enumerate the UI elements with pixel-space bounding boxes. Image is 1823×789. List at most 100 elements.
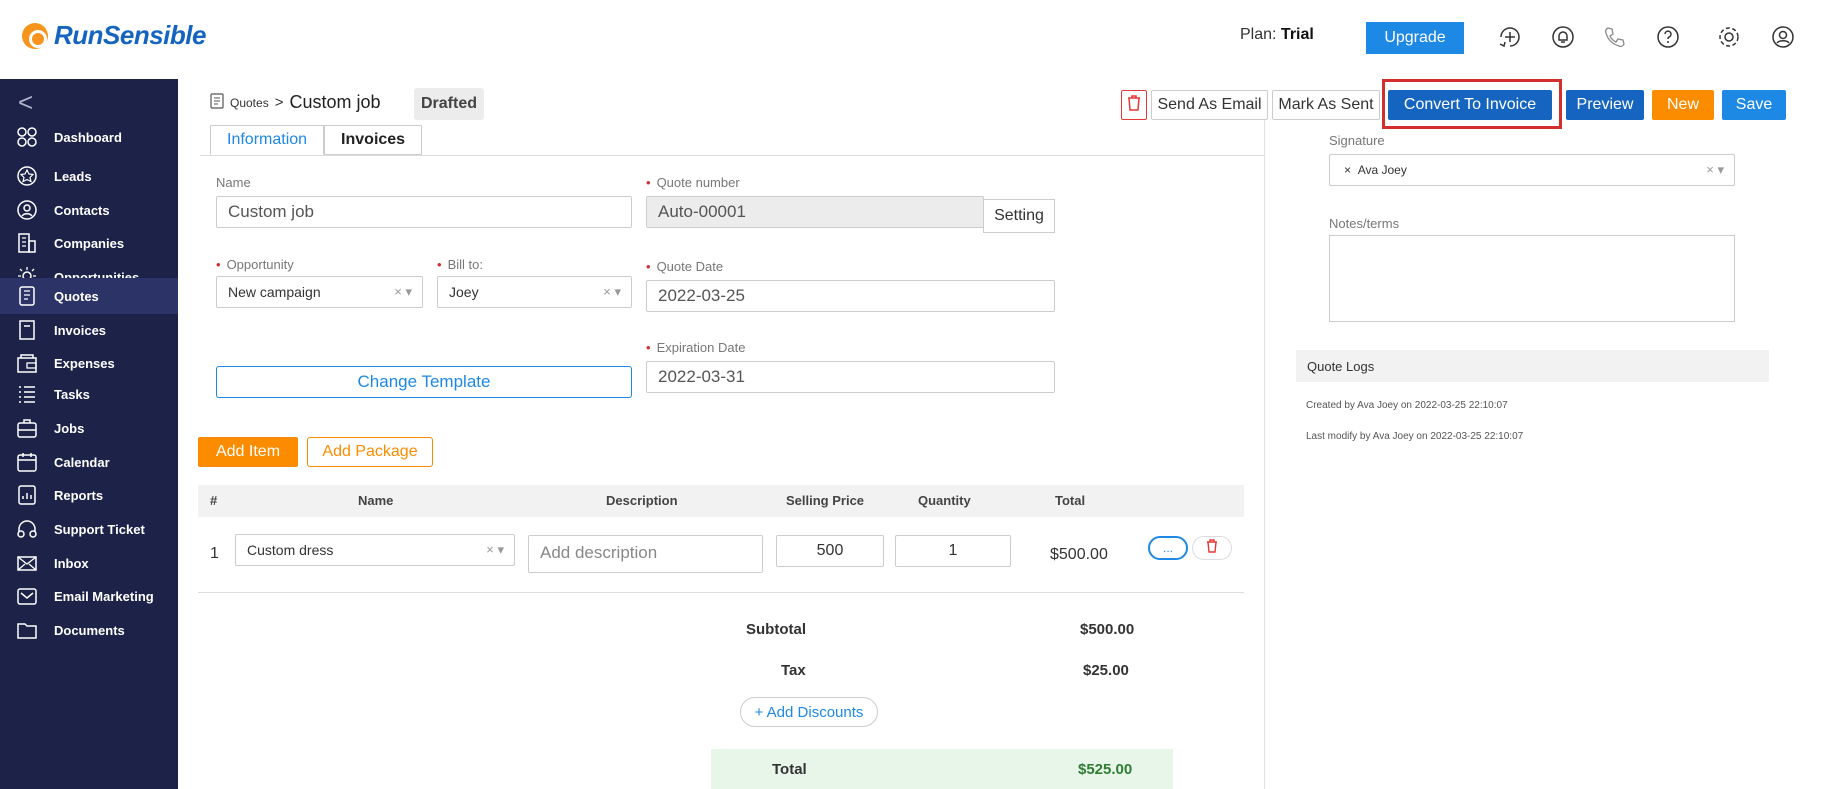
change-template-button[interactable]: Change Template <box>216 366 632 398</box>
breadcrumb-parent[interactable]: Quotes <box>230 96 269 110</box>
col-total: Total <box>1055 493 1086 508</box>
logo-mark-icon <box>22 22 48 49</box>
panel-divider <box>1264 120 1265 789</box>
breadcrumb-separator: > <box>274 94 284 111</box>
name-field[interactable]: Custom job <box>216 196 632 228</box>
total-row: Total $525.00 <box>711 749 1173 789</box>
breadcrumb: Quotes > Custom job <box>210 92 381 113</box>
quantity-input[interactable]: 1 <box>895 535 1011 567</box>
sidebar-item-leads[interactable]: Leads <box>0 158 178 194</box>
row-more-button[interactable]: ... <box>1148 536 1188 560</box>
phone-icon[interactable] <box>1600 22 1630 52</box>
page-title: Custom job <box>289 92 381 112</box>
notification-bell-icon[interactable] <box>1548 22 1578 52</box>
tab-information[interactable]: Information <box>210 125 325 155</box>
sidebar-item-label: Contacts <box>54 202 110 218</box>
sidebar-item-jobs[interactable]: Jobs <box>0 410 178 446</box>
expenses-icon <box>14 350 40 376</box>
inbox-icon <box>14 550 40 576</box>
bill-to-select[interactable]: Joey × ▾ <box>437 276 632 308</box>
sidebar-item-invoices[interactable]: Invoices <box>0 312 178 348</box>
item-name-select[interactable]: Custom dress × ▾ <box>235 534 515 566</box>
name-label: Name <box>216 175 251 190</box>
support-icon <box>14 516 40 542</box>
status-badge: Drafted <box>414 88 484 120</box>
trash-icon <box>1127 94 1141 116</box>
sidebar-item-contacts[interactable]: Contacts <box>0 192 178 228</box>
save-button[interactable]: Save <box>1722 90 1786 120</box>
sidebar-item-tasks[interactable]: Tasks <box>0 376 178 412</box>
trash-icon <box>1206 539 1218 557</box>
subtotal-label: Subtotal <box>746 621 806 638</box>
notes-textarea[interactable] <box>1329 235 1735 322</box>
mark-as-sent-button[interactable]: Mark As Sent <box>1272 90 1380 120</box>
sidebar-item-inbox[interactable]: Inbox <box>0 545 178 581</box>
collapse-sidebar-icon[interactable]: < <box>18 89 33 115</box>
upgrade-button[interactable]: Upgrade <box>1366 22 1464 54</box>
delete-quote-button[interactable] <box>1121 90 1147 120</box>
quote-date-field[interactable]: 2022-03-25 <box>646 280 1055 312</box>
add-package-button[interactable]: Add Package <box>307 437 433 467</box>
total-value: $525.00 <box>1078 761 1133 778</box>
convert-to-invoice-button[interactable]: Convert To Invoice <box>1388 90 1552 120</box>
tab-invoices[interactable]: Invoices <box>324 125 423 155</box>
sidebar-item-label: Invoices <box>54 322 107 338</box>
invoices-icon <box>14 317 40 343</box>
settings-gear-icon[interactable] <box>1714 22 1744 52</box>
clear-dropdown-icon[interactable]: × ▾ <box>603 284 621 300</box>
sidebar-item-email-marketing[interactable]: Email Marketing <box>0 578 178 614</box>
preview-button[interactable]: Preview <box>1566 90 1644 120</box>
brand-logo[interactable]: RunSensible <box>22 20 206 51</box>
add-discounts-button[interactable]: + Add Discounts <box>740 697 878 727</box>
col-selling-price: Selling Price <box>786 493 865 508</box>
clear-dropdown-icon[interactable]: × ▾ <box>1706 162 1724 178</box>
col-description: Description <box>606 493 678 508</box>
tax-value: $25.00 <box>1083 662 1129 679</box>
sidebar-item-label: Reports <box>54 487 104 503</box>
description-input[interactable]: Add description <box>528 535 763 573</box>
items-table-header: # Name Description Selling Price Quantit… <box>198 485 1244 517</box>
quote-number-field[interactable]: Auto-00001 <box>646 196 984 228</box>
plan-value: Trial <box>1280 26 1314 43</box>
help-icon[interactable] <box>1653 22 1683 52</box>
send-as-email-button[interactable]: Send As Email <box>1151 90 1268 120</box>
sidebar-item-calendar[interactable]: Calendar <box>0 444 178 480</box>
tab-divider <box>200 155 1265 156</box>
signature-select[interactable]: × Ava Joey × ▾ <box>1329 154 1735 186</box>
sidebar-item-support-ticket[interactable]: Support Ticket <box>0 511 178 547</box>
sidebar-item-label: Quotes <box>54 288 99 304</box>
clear-dropdown-icon[interactable]: × ▾ <box>486 542 504 558</box>
expiration-date-field[interactable]: 2022-03-31 <box>646 361 1055 393</box>
clear-dropdown-icon[interactable]: × ▾ <box>394 284 412 300</box>
sidebar-item-companies[interactable]: Companies <box>0 225 178 261</box>
quote-number-setting-button[interactable]: Setting <box>983 199 1055 233</box>
reports-icon <box>14 482 40 508</box>
documents-icon <box>14 617 40 643</box>
add-item-button[interactable]: Add Item <box>198 437 298 467</box>
row-delete-button[interactable] <box>1192 536 1232 560</box>
quotes-icon <box>14 283 40 309</box>
item-name-value: Custom dress <box>247 542 334 558</box>
user-account-icon[interactable] <box>1768 22 1798 52</box>
calendar-icon <box>14 449 40 475</box>
sidebar-item-label: Expenses <box>54 355 115 371</box>
bill-to-value: Joey <box>449 284 479 300</box>
col-index: # <box>210 493 218 508</box>
remove-tag-icon[interactable]: × <box>1344 163 1351 177</box>
brand-name: RunSensible <box>54 20 206 50</box>
opportunity-select[interactable]: New campaign × ▾ <box>216 276 423 308</box>
dashboard-icon <box>14 124 40 150</box>
sidebar-item-reports[interactable]: Reports <box>0 477 178 513</box>
sidebar-item-quotes[interactable]: Quotes <box>0 278 178 314</box>
sidebar-item-documents[interactable]: Documents <box>0 612 178 648</box>
add-entry-icon[interactable] <box>1495 22 1525 52</box>
leads-icon <box>14 163 40 189</box>
signature-tag[interactable]: × Ava Joey <box>1344 163 1407 177</box>
new-button[interactable]: New <box>1652 90 1714 120</box>
tax-label: Tax <box>781 662 806 679</box>
sidebar-item-dashboard[interactable]: Dashboard <box>0 119 178 155</box>
jobs-icon <box>14 415 40 441</box>
expiration-date-label: Expiration Date <box>646 340 746 355</box>
notes-label: Notes/terms <box>1329 216 1400 231</box>
selling-price-input[interactable]: 500 <box>776 535 884 567</box>
